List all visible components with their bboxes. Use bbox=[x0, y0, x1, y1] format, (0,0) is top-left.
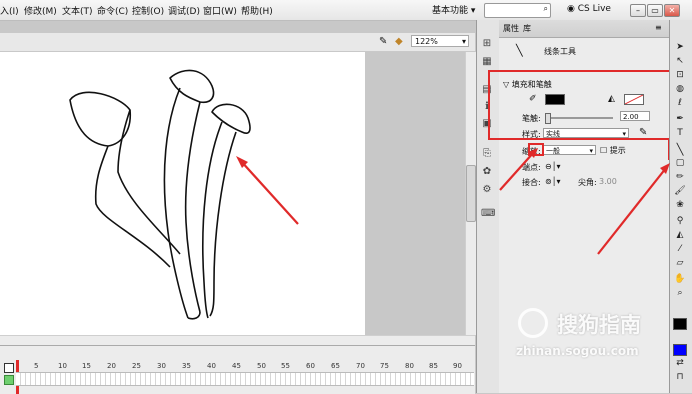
sogou-logo bbox=[518, 308, 548, 338]
watermark-brand: 搜狗指南 bbox=[557, 313, 641, 337]
watermark-url: zhinan.sogou.com bbox=[516, 344, 639, 358]
